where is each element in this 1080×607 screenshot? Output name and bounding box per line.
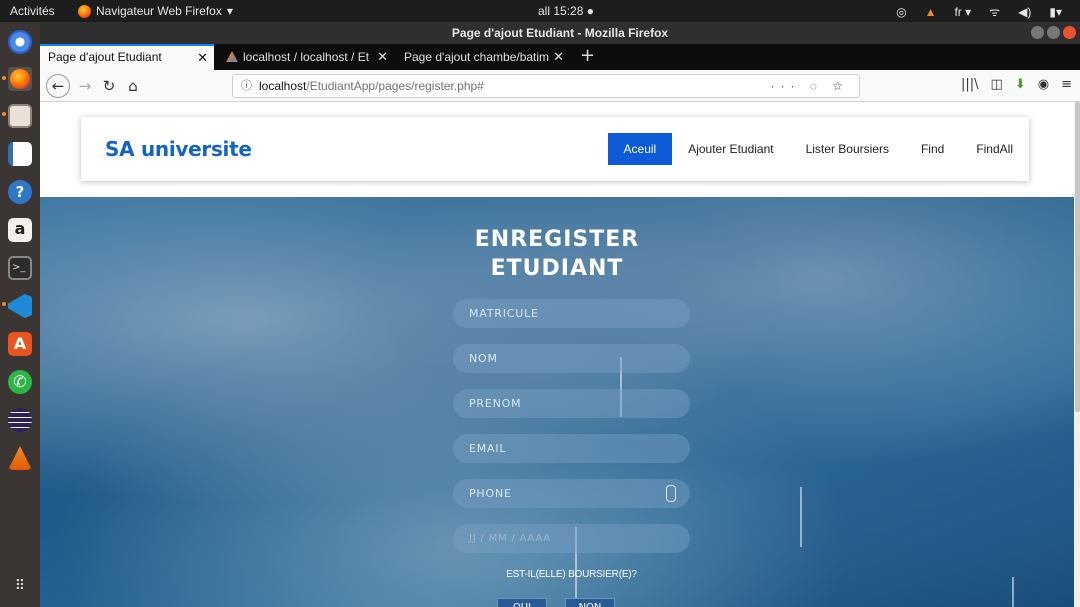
chevron-down-icon: ▾	[226, 4, 233, 18]
show-apps-icon[interactable]: ⠿	[8, 574, 32, 598]
forward-button[interactable]: →	[74, 75, 96, 97]
email-input[interactable]: EMAIL	[453, 434, 690, 463]
help-icon[interactable]: ?	[8, 180, 32, 204]
date-input[interactable]: JJ / MM / AAAA	[453, 524, 690, 553]
site-header: SA universite Aceuil Ajouter Etudiant Li…	[81, 117, 1029, 181]
window-title: Page d'ajout Etudiant - Mozilla Firefox	[451, 26, 669, 40]
main-nav: Aceuil Ajouter Etudiant Lister Boursiers…	[607, 133, 1029, 165]
scrollbar-thumb[interactable]	[1075, 102, 1080, 412]
new-tab-button[interactable]: +	[580, 45, 595, 66]
matricule-input[interactable]: MATRICULE	[453, 299, 690, 328]
close-tab-icon[interactable]: ✕	[197, 46, 208, 69]
page-actions[interactable]: ··· ◌ ☆	[770, 75, 849, 97]
tab-strip: Page d'ajout Etudiant ✕ localhost / loca…	[40, 44, 1080, 70]
tab-label: localhost / localhost / Et	[243, 50, 370, 64]
nav-find[interactable]: Find	[905, 133, 960, 165]
firefox-icon[interactable]	[8, 67, 32, 91]
whatsapp-tray-icon[interactable]: ◎	[896, 5, 906, 19]
nav-findall[interactable]: FindAll	[960, 133, 1029, 165]
form-title-line1: ENREGISTER	[474, 227, 640, 252]
url-bar[interactable]: ⓘ localhost/EtudiantApp/pages/register.p…	[232, 74, 860, 98]
option-oui[interactable]: OUI	[497, 598, 547, 607]
option-non[interactable]: NON	[565, 598, 615, 607]
back-button[interactable]: ←	[46, 74, 70, 98]
page-content: SA universite Aceuil Ajouter Etudiant Li…	[40, 102, 1074, 607]
form-title-line2: ETUDIANT	[490, 256, 624, 281]
software-center-icon[interactable]: A	[8, 332, 32, 356]
url-path: /EtudiantApp/pages/register.php#	[306, 79, 484, 93]
tab-label: Page d'ajout chambe/batim	[404, 50, 550, 64]
battery-icon[interactable]: ▮▾	[1049, 5, 1062, 19]
site-info-icon[interactable]: ⓘ	[241, 75, 252, 97]
files-icon[interactable]	[8, 104, 32, 128]
reload-button[interactable]: ↻	[98, 75, 120, 97]
nav-aceuil[interactable]: Aceuil	[607, 133, 673, 165]
tab-phpmyadmin[interactable]: localhost / localhost / Et ✕	[218, 44, 394, 70]
eclipse-icon[interactable]	[8, 408, 32, 432]
system-tray[interactable]: ◎ ▲ fr ▾ ᯤ ◀) ▮▾	[896, 3, 1062, 20]
close-window-button[interactable]	[1063, 26, 1076, 39]
tab-page-ajout-etudiant[interactable]: Page d'ajout Etudiant ✕	[40, 44, 214, 70]
download-icon[interactable]: ⬇	[1015, 77, 1026, 92]
home-button[interactable]: ⌂	[122, 75, 144, 97]
phone-placeholder: PHONE	[469, 487, 512, 500]
activities-button[interactable]: Activités	[10, 4, 55, 18]
firefox-icon	[78, 4, 91, 18]
phone-input[interactable]: PHONE	[453, 479, 690, 508]
window-title-bar: Page d'ajout Etudiant - Mozilla Firefox	[40, 22, 1080, 44]
library-icon[interactable]: |||\	[961, 77, 979, 92]
language-indicator[interactable]: fr ▾	[954, 5, 971, 19]
tab-label: Page d'ajout Etudiant	[48, 50, 162, 64]
navigation-toolbar: ← → ↻ ⌂ ⓘ localhost/EtudiantApp/pages/re…	[40, 70, 1080, 102]
app-name: Navigateur Web Firefox	[96, 4, 222, 18]
vlc-tray-icon[interactable]: ▲	[925, 5, 937, 19]
whatsapp-icon[interactable]: ✆	[8, 370, 32, 394]
chromium-icon[interactable]	[8, 30, 32, 54]
vlc-icon[interactable]	[8, 446, 32, 470]
volume-icon[interactable]: ◀)	[1018, 5, 1031, 19]
prenom-input[interactable]: PRENOM	[453, 389, 690, 418]
close-tab-icon[interactable]: ✕	[553, 44, 564, 70]
browser-tools: |||\ ◫ ⬇ ◉ ≡	[961, 77, 1072, 92]
clock[interactable]: all 15:28 ●	[538, 4, 594, 18]
system-top-bar: Activités Navigateur Web Firefox ▾ all 1…	[0, 0, 1080, 22]
vscode-icon[interactable]	[8, 294, 32, 318]
amazon-icon[interactable]: a	[8, 218, 32, 242]
hamburger-menu-icon[interactable]: ≡	[1061, 77, 1072, 92]
terminal-icon[interactable]: >_	[8, 256, 32, 280]
account-icon[interactable]: ◉	[1038, 77, 1049, 92]
nav-ajouter-etudiant[interactable]: Ajouter Etudiant	[672, 133, 789, 165]
phpmyadmin-icon	[226, 51, 238, 62]
phone-icon	[666, 485, 676, 502]
sidebar-icon[interactable]: ◫	[991, 77, 1003, 92]
writer-icon[interactable]	[8, 142, 32, 166]
url-host: localhost	[259, 79, 307, 93]
site-brand[interactable]: SA universite	[105, 137, 252, 161]
nav-lister-boursiers[interactable]: Lister Boursiers	[790, 133, 905, 165]
minimize-button[interactable]	[1031, 26, 1044, 39]
app-menu[interactable]: Navigateur Web Firefox ▾	[78, 4, 233, 18]
nom-input[interactable]: NOM	[453, 344, 690, 373]
dock: ? a >_ A ✆ ⠿	[0, 22, 40, 607]
boursier-question: EST-IL(ELLE) BOURSIER(E)?	[506, 569, 637, 580]
maximize-button[interactable]	[1047, 26, 1060, 39]
tab-page-ajout-chambre[interactable]: Page d'ajout chambe/batim ✕	[396, 44, 570, 70]
network-icon[interactable]: ᯤ	[989, 3, 1000, 20]
close-tab-icon[interactable]: ✕	[377, 44, 388, 70]
